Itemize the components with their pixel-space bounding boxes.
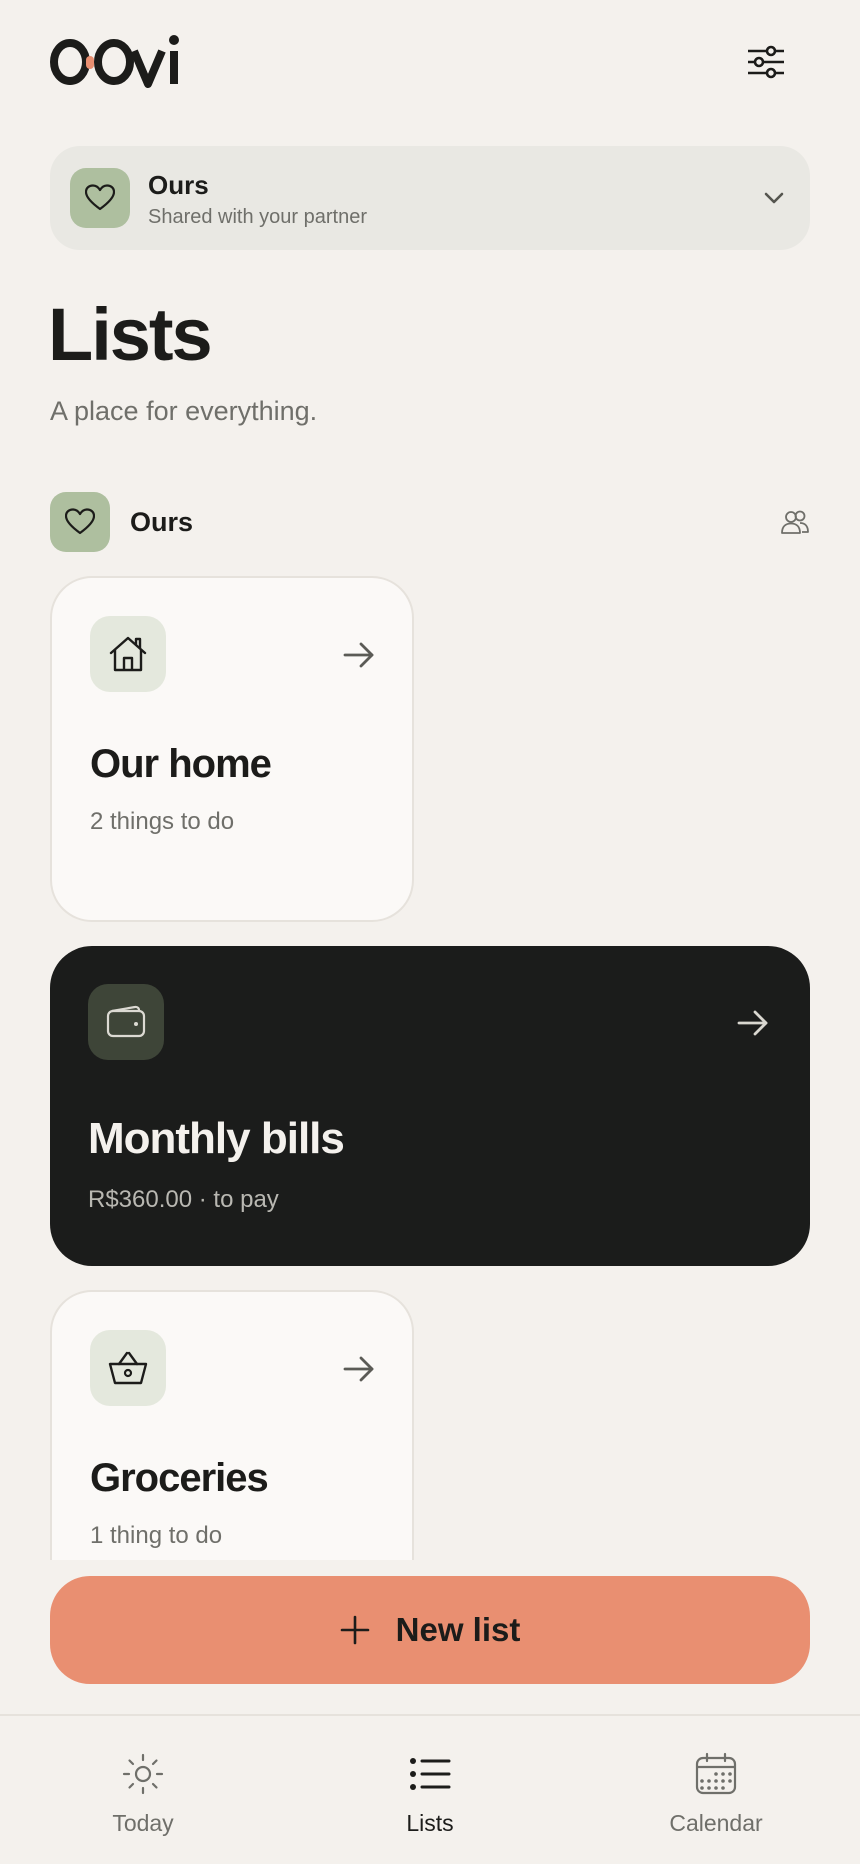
nav-label: Lists — [406, 1810, 454, 1836]
bottom-nav: Today Lists Calendar — [0, 1714, 860, 1864]
space-selector[interactable]: Ours Shared with your partner — [50, 146, 810, 250]
list-subtitle: 1 thing to do — [90, 1522, 223, 1549]
sun-icon — [122, 1753, 164, 1795]
list-subtitle: R$360.00 · to pay — [88, 1186, 279, 1213]
wallet-icon — [88, 984, 164, 1060]
filter-settings-button[interactable] — [742, 40, 790, 84]
list-title: Our home — [90, 742, 272, 786]
arrow-right-icon — [343, 642, 374, 668]
page-title: Lists — [48, 293, 213, 376]
list-subtitle: 2 things to do — [90, 808, 235, 835]
oovi-logo — [50, 34, 200, 90]
list-icon — [410, 1758, 451, 1790]
list-card-monthly-bills[interactable]: Monthly bills R$360.00 · to pay — [50, 946, 810, 1266]
home-icon — [90, 616, 166, 692]
plus-icon — [340, 1615, 369, 1645]
group-name: Ours — [130, 507, 194, 537]
heart-icon — [50, 492, 110, 552]
people-icon[interactable] — [780, 508, 810, 536]
basket-icon — [90, 1330, 166, 1406]
list-title: Groceries — [90, 1456, 269, 1500]
list-title: Monthly bills — [88, 1114, 345, 1163]
new-list-label: New list — [395, 1611, 521, 1648]
nav-item-calendar[interactable]: Calendar — [616, 1716, 816, 1864]
group-header: Ours — [50, 490, 810, 552]
nav-item-today[interactable]: Today — [43, 1716, 243, 1864]
page-subtitle: A place for everything. — [50, 396, 318, 426]
chevron-down-icon — [764, 192, 784, 204]
app-header — [0, 0, 860, 130]
space-name: Ours — [148, 170, 209, 200]
arrow-right-icon — [343, 1356, 374, 1382]
nav-item-lists[interactable]: Lists — [330, 1716, 530, 1864]
nav-label: Today — [112, 1810, 174, 1836]
heart-icon — [70, 168, 130, 228]
space-subtitle: Shared with your partner — [148, 206, 368, 228]
list-card-our-home[interactable]: Our home 2 things to do — [50, 576, 414, 922]
new-list-button[interactable]: New list — [50, 1576, 810, 1684]
calendar-icon — [695, 1752, 737, 1795]
sliders-icon — [748, 45, 784, 79]
nav-label: Calendar — [669, 1810, 763, 1836]
arrow-right-icon — [737, 1010, 768, 1036]
